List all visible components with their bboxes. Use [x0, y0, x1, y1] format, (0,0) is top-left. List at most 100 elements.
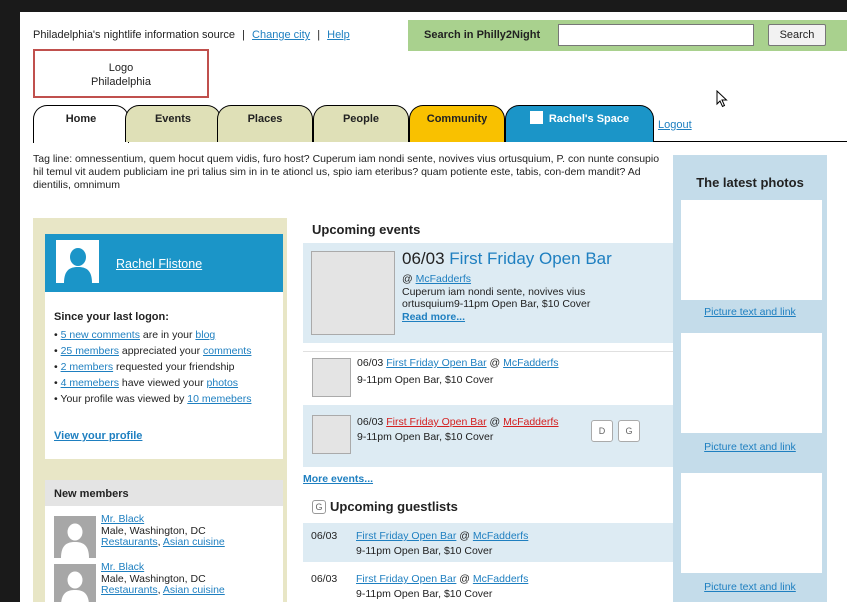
read-more-link[interactable]: Read more... — [402, 311, 465, 323]
photo-caption-link[interactable]: Picture text and link — [673, 306, 827, 318]
tab-events[interactable]: Events — [125, 105, 221, 142]
guestlist-item: 06/03 First Friday Open Bar @ McFadderfs… — [303, 566, 689, 602]
guestlist-date: 06/03 — [311, 530, 338, 542]
d-button[interactable]: D — [591, 420, 613, 442]
since-last-logon-title: Since your last logon: — [54, 311, 169, 323]
left-column: Rachel Flistone Since your last logon: •… — [33, 218, 287, 602]
new-comments-link[interactable]: 5 new comments — [61, 329, 140, 341]
profile-name-link[interactable]: Rachel Flistone — [116, 257, 202, 271]
more-events-link[interactable]: More events... — [303, 473, 373, 485]
activity-item: • 4 memebers have viewed your photos — [54, 377, 239, 389]
logo[interactable]: Logo Philadelphia — [33, 49, 209, 98]
event-description: Cuperum iam nondi sente, novives vius or… — [402, 285, 591, 311]
featured-event-title: 06/03 First Friday Open Bar — [402, 249, 612, 269]
member-tag-link[interactable]: Asian cuisine — [163, 584, 225, 596]
view-profile-link[interactable]: View your profile — [54, 430, 142, 442]
change-city-link[interactable]: Change city — [252, 29, 310, 41]
member-avatar[interactable] — [54, 564, 96, 602]
at-sign: @ — [402, 273, 413, 285]
profile-viewers-link[interactable]: 10 memebers — [187, 393, 251, 405]
logo-text: Logo — [108, 62, 134, 74]
search-button[interactable]: Search — [768, 24, 826, 46]
member-details: Male, Washington, DC — [101, 524, 206, 537]
separator: | — [242, 29, 245, 41]
photo-thumbnail[interactable] — [681, 333, 822, 433]
event-date: 06/03 — [357, 416, 384, 428]
venue-link[interactable]: McFadderfs — [503, 416, 558, 428]
activity-text: Your profile was viewed by — [60, 393, 188, 405]
page: Philadelphia's nightlife information sou… — [20, 12, 847, 602]
at-sign: @ — [489, 416, 501, 428]
event-title-link[interactable]: First Friday Open Bar — [386, 416, 486, 428]
checkbox-icon — [529, 111, 543, 124]
photo-caption-link[interactable]: Picture text and link — [673, 441, 827, 453]
member-tag-link[interactable]: Restaurants — [101, 584, 158, 596]
member-name-link[interactable]: Mr. Black — [101, 561, 144, 573]
viewers-link[interactable]: 4 memebers — [61, 377, 119, 389]
at-sign: @ — [459, 530, 470, 542]
blog-link[interactable]: blog — [195, 329, 215, 341]
member-tag-link[interactable]: Asian cuisine — [163, 536, 225, 548]
photos-link[interactable]: photos — [207, 377, 239, 389]
tab-people-label: People — [342, 113, 380, 125]
tab-home[interactable]: Home — [33, 105, 129, 143]
new-members-box: New members Mr. Black Male, Washington, … — [45, 480, 283, 602]
at-sign: @ — [459, 573, 470, 585]
at-sign: @ — [489, 357, 501, 369]
venue-link[interactable]: McFadderfs — [503, 357, 558, 369]
venue-link[interactable]: McFadderfs — [473, 530, 528, 542]
g-button[interactable]: G — [618, 420, 640, 442]
tab-events-label: Events — [154, 113, 192, 125]
search-bar: Search in Philly2Night Search — [408, 20, 847, 51]
activity-item: • 5 new comments are in your blog — [54, 329, 216, 341]
guestlist-title-link[interactable]: First Friday Open Bar — [356, 573, 456, 585]
logout-link[interactable]: Logout — [658, 119, 692, 131]
guestlists-header: G Upcoming guestlists — [312, 499, 458, 514]
activity-text: have viewed your — [118, 377, 207, 389]
upcoming-events-title: Upcoming events — [312, 222, 421, 237]
photo-thumbnail[interactable] — [681, 200, 822, 300]
venue-link[interactable]: McFadderfs — [416, 273, 471, 285]
header-info: Philadelphia's nightlife information sou… — [33, 29, 350, 41]
event-title-link[interactable]: First Friday Open Bar — [386, 357, 486, 369]
tab-community-label: Community — [426, 113, 488, 125]
event-date: 06/03 — [402, 249, 445, 268]
guestlist-line: First Friday Open Bar @ McFadderfs — [356, 530, 528, 542]
photo-thumbnail[interactable] — [681, 473, 822, 573]
tab-home-label: Home — [65, 113, 97, 125]
featured-event: 06/03 First Friday Open Bar @ McFadderfs… — [303, 243, 689, 343]
comments-link[interactable]: comments — [203, 345, 251, 357]
tab-places[interactable]: Places — [217, 105, 313, 142]
activity-item: • 25 members appreciated your comments — [54, 345, 252, 357]
featured-event-details: @ McFadderfs Cuperum iam nondi sente, no… — [402, 273, 627, 323]
friend-requests-link[interactable]: 2 members — [61, 361, 114, 373]
event-item: 06/03 First Friday Open Bar @ McFadderfs… — [303, 405, 689, 467]
activity-text: appreciated your — [118, 345, 204, 357]
user-silhouette-icon — [61, 571, 89, 602]
event-image[interactable] — [311, 251, 395, 335]
tab-community[interactable]: Community — [409, 105, 505, 142]
tab-people[interactable]: People — [313, 105, 409, 142]
guestlist-title-link[interactable]: First Friday Open Bar — [356, 530, 456, 542]
help-link[interactable]: Help — [327, 29, 350, 41]
photo-caption-link[interactable]: Picture text and link — [673, 581, 827, 593]
tab-rachels-space[interactable]: Rachel's Space — [505, 105, 654, 142]
member-tag-link[interactable]: Restaurants — [101, 536, 158, 548]
tab-rachels-space-label: Rachel's Space — [548, 113, 630, 125]
guestlist-line: First Friday Open Bar @ McFadderfs — [356, 573, 528, 585]
member-item: Mr. Black Male, Washington, DC Restauran… — [54, 561, 282, 602]
profile-box: Rachel Flistone Since your last logon: •… — [45, 234, 283, 459]
activity-item: • Your profile was viewed by 10 memebers — [54, 393, 252, 405]
venue-link[interactable]: McFadderfs — [473, 573, 528, 585]
member-name-link[interactable]: Mr. Black — [101, 513, 144, 525]
member-avatar[interactable] — [54, 516, 96, 558]
guestlist-details: 9-11pm Open Bar, $10 Cover — [356, 545, 493, 557]
event-image[interactable] — [312, 358, 351, 397]
members-link[interactable]: 25 members — [61, 345, 119, 357]
event-image[interactable] — [312, 415, 351, 454]
avatar[interactable] — [56, 240, 99, 283]
event-details: 9-11pm Open Bar, $10 Cover — [357, 431, 494, 443]
event-title-link[interactable]: First Friday Open Bar — [449, 249, 612, 268]
latest-photos-title: The latest photos — [696, 175, 804, 190]
search-input[interactable] — [558, 24, 754, 46]
